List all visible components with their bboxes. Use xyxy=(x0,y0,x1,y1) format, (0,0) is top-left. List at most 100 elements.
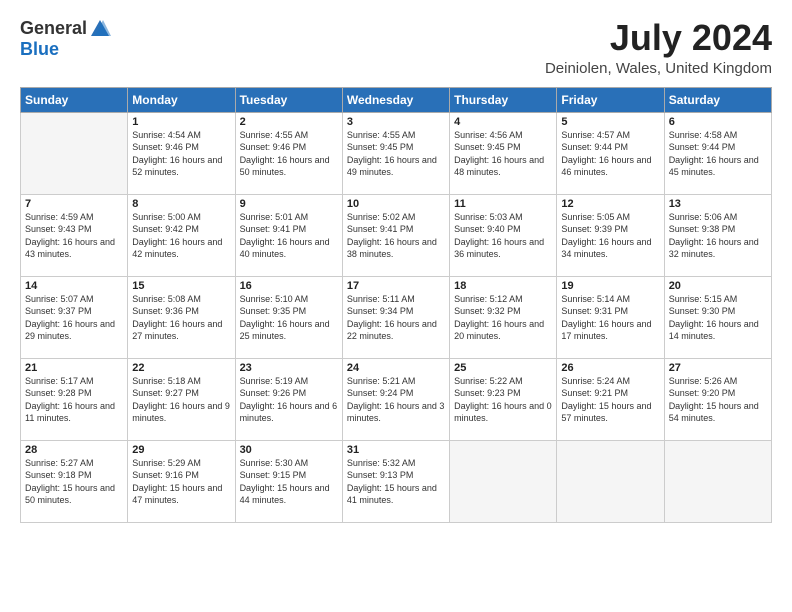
sunrise-text: Sunrise: 5:26 AM xyxy=(669,376,738,386)
sunset-text: Sunset: 9:16 PM xyxy=(132,470,199,480)
table-row: 27Sunrise: 5:26 AMSunset: 9:20 PMDayligh… xyxy=(664,358,771,440)
daylight-text: Daylight: 16 hours and 42 minutes. xyxy=(132,237,222,260)
table-row: 14Sunrise: 5:07 AMSunset: 9:37 PMDayligh… xyxy=(21,276,128,358)
sunset-text: Sunset: 9:24 PM xyxy=(347,388,414,398)
calendar-week-row: 14Sunrise: 5:07 AMSunset: 9:37 PMDayligh… xyxy=(21,276,772,358)
header-wednesday: Wednesday xyxy=(342,87,449,112)
sunset-text: Sunset: 9:18 PM xyxy=(25,470,92,480)
table-row: 7Sunrise: 4:59 AMSunset: 9:43 PMDaylight… xyxy=(21,194,128,276)
table-row: 2Sunrise: 4:55 AMSunset: 9:46 PMDaylight… xyxy=(235,112,342,194)
sunset-text: Sunset: 9:41 PM xyxy=(240,224,307,234)
day-number: 25 xyxy=(454,362,552,374)
sunrise-text: Sunrise: 5:32 AM xyxy=(347,458,416,468)
table-row: 30Sunrise: 5:30 AMSunset: 9:15 PMDayligh… xyxy=(235,440,342,522)
table-row xyxy=(557,440,664,522)
header-saturday: Saturday xyxy=(664,87,771,112)
day-number: 14 xyxy=(25,280,123,292)
sunrise-text: Sunrise: 5:22 AM xyxy=(454,376,523,386)
day-number: 27 xyxy=(669,362,767,374)
sunrise-text: Sunrise: 5:11 AM xyxy=(347,294,415,304)
header: General Blue July 2024 Deiniolen, Wales,… xyxy=(20,18,772,77)
sunrise-text: Sunrise: 5:07 AM xyxy=(25,294,94,304)
daylight-text: Daylight: 16 hours and 48 minutes. xyxy=(454,155,544,178)
sunrise-text: Sunrise: 5:18 AM xyxy=(132,376,201,386)
day-info: Sunrise: 5:15 AMSunset: 9:30 PMDaylight:… xyxy=(669,293,767,343)
table-row: 18Sunrise: 5:12 AMSunset: 9:32 PMDayligh… xyxy=(450,276,557,358)
sunset-text: Sunset: 9:44 PM xyxy=(669,142,736,152)
table-row: 16Sunrise: 5:10 AMSunset: 9:35 PMDayligh… xyxy=(235,276,342,358)
table-row: 17Sunrise: 5:11 AMSunset: 9:34 PMDayligh… xyxy=(342,276,449,358)
table-row: 3Sunrise: 4:55 AMSunset: 9:45 PMDaylight… xyxy=(342,112,449,194)
sunrise-text: Sunrise: 5:05 AM xyxy=(561,212,630,222)
day-number: 11 xyxy=(454,198,552,210)
daylight-text: Daylight: 16 hours and 25 minutes. xyxy=(240,319,330,342)
day-number: 8 xyxy=(132,198,230,210)
day-info: Sunrise: 5:05 AMSunset: 9:39 PMDaylight:… xyxy=(561,211,659,261)
day-number: 2 xyxy=(240,116,338,128)
day-number: 23 xyxy=(240,362,338,374)
sunset-text: Sunset: 9:15 PM xyxy=(240,470,307,480)
day-info: Sunrise: 4:58 AMSunset: 9:44 PMDaylight:… xyxy=(669,129,767,179)
daylight-text: Daylight: 16 hours and 3 minutes. xyxy=(347,401,445,424)
sunrise-text: Sunrise: 5:10 AM xyxy=(240,294,309,304)
table-row: 4Sunrise: 4:56 AMSunset: 9:45 PMDaylight… xyxy=(450,112,557,194)
day-info: Sunrise: 5:26 AMSunset: 9:20 PMDaylight:… xyxy=(669,375,767,425)
sunrise-text: Sunrise: 5:12 AM xyxy=(454,294,523,304)
daylight-text: Daylight: 16 hours and 17 minutes. xyxy=(561,319,651,342)
day-info: Sunrise: 5:18 AMSunset: 9:27 PMDaylight:… xyxy=(132,375,230,425)
table-row xyxy=(450,440,557,522)
sunrise-text: Sunrise: 5:02 AM xyxy=(347,212,416,222)
day-number: 1 xyxy=(132,116,230,128)
sunrise-text: Sunrise: 5:24 AM xyxy=(561,376,630,386)
sunset-text: Sunset: 9:45 PM xyxy=(347,142,414,152)
sunrise-text: Sunrise: 5:19 AM xyxy=(240,376,309,386)
daylight-text: Daylight: 16 hours and 43 minutes. xyxy=(25,237,115,260)
table-row: 29Sunrise: 5:29 AMSunset: 9:16 PMDayligh… xyxy=(128,440,235,522)
daylight-text: Daylight: 15 hours and 57 minutes. xyxy=(561,401,651,424)
day-info: Sunrise: 5:03 AMSunset: 9:40 PMDaylight:… xyxy=(454,211,552,261)
sunrise-text: Sunrise: 4:55 AM xyxy=(240,130,309,140)
sunset-text: Sunset: 9:30 PM xyxy=(669,306,736,316)
daylight-text: Daylight: 16 hours and 11 minutes. xyxy=(25,401,115,424)
daylight-text: Daylight: 15 hours and 47 minutes. xyxy=(132,483,222,506)
day-number: 30 xyxy=(240,444,338,456)
sunset-text: Sunset: 9:28 PM xyxy=(25,388,92,398)
logo-general: General xyxy=(20,19,87,39)
table-row: 13Sunrise: 5:06 AMSunset: 9:38 PMDayligh… xyxy=(664,194,771,276)
table-row: 26Sunrise: 5:24 AMSunset: 9:21 PMDayligh… xyxy=(557,358,664,440)
sunset-text: Sunset: 9:35 PM xyxy=(240,306,307,316)
day-info: Sunrise: 5:19 AMSunset: 9:26 PMDaylight:… xyxy=(240,375,338,425)
day-number: 26 xyxy=(561,362,659,374)
table-row: 22Sunrise: 5:18 AMSunset: 9:27 PMDayligh… xyxy=(128,358,235,440)
table-row: 9Sunrise: 5:01 AMSunset: 9:41 PMDaylight… xyxy=(235,194,342,276)
logo: General Blue xyxy=(20,18,111,60)
day-number: 19 xyxy=(561,280,659,292)
table-row: 23Sunrise: 5:19 AMSunset: 9:26 PMDayligh… xyxy=(235,358,342,440)
table-row: 20Sunrise: 5:15 AMSunset: 9:30 PMDayligh… xyxy=(664,276,771,358)
sunrise-text: Sunrise: 5:08 AM xyxy=(132,294,201,304)
calendar-week-row: 21Sunrise: 5:17 AMSunset: 9:28 PMDayligh… xyxy=(21,358,772,440)
daylight-text: Daylight: 16 hours and 50 minutes. xyxy=(240,155,330,178)
day-info: Sunrise: 4:54 AMSunset: 9:46 PMDaylight:… xyxy=(132,129,230,179)
title-block: July 2024 Deiniolen, Wales, United Kingd… xyxy=(545,18,772,77)
daylight-text: Daylight: 16 hours and 29 minutes. xyxy=(25,319,115,342)
sunrise-text: Sunrise: 5:03 AM xyxy=(454,212,523,222)
sunset-text: Sunset: 9:40 PM xyxy=(454,224,521,234)
day-info: Sunrise: 4:56 AMSunset: 9:45 PMDaylight:… xyxy=(454,129,552,179)
sunset-text: Sunset: 9:23 PM xyxy=(454,388,521,398)
sunset-text: Sunset: 9:45 PM xyxy=(454,142,521,152)
sunrise-text: Sunrise: 4:55 AM xyxy=(347,130,416,140)
day-info: Sunrise: 5:32 AMSunset: 9:13 PMDaylight:… xyxy=(347,457,445,507)
day-number: 15 xyxy=(132,280,230,292)
table-row: 28Sunrise: 5:27 AMSunset: 9:18 PMDayligh… xyxy=(21,440,128,522)
day-info: Sunrise: 5:22 AMSunset: 9:23 PMDaylight:… xyxy=(454,375,552,425)
day-info: Sunrise: 5:24 AMSunset: 9:21 PMDaylight:… xyxy=(561,375,659,425)
day-info: Sunrise: 5:11 AMSunset: 9:34 PMDaylight:… xyxy=(347,293,445,343)
title-location: Deiniolen, Wales, United Kingdom xyxy=(545,60,772,77)
table-row: 21Sunrise: 5:17 AMSunset: 9:28 PMDayligh… xyxy=(21,358,128,440)
day-info: Sunrise: 5:00 AMSunset: 9:42 PMDaylight:… xyxy=(132,211,230,261)
day-info: Sunrise: 5:07 AMSunset: 9:37 PMDaylight:… xyxy=(25,293,123,343)
table-row: 11Sunrise: 5:03 AMSunset: 9:40 PMDayligh… xyxy=(450,194,557,276)
sunrise-text: Sunrise: 5:06 AM xyxy=(669,212,738,222)
day-number: 9 xyxy=(240,198,338,210)
